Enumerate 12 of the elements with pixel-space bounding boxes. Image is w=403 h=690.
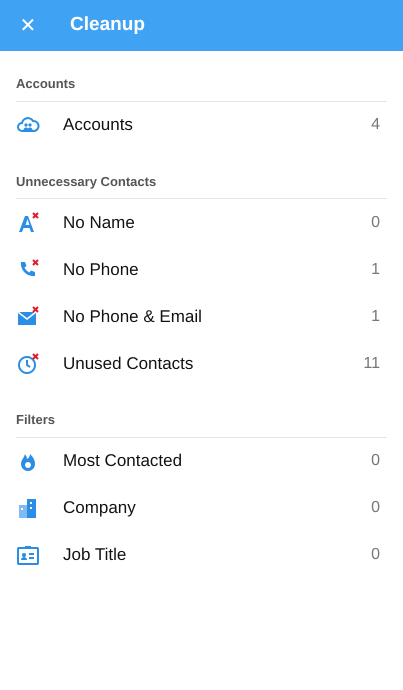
count: 0 [371,212,380,232]
count: 4 [371,115,380,135]
count: 0 [371,451,380,471]
count: 11 [363,354,380,374]
clock-icon [16,352,40,376]
count: 1 [371,306,380,326]
id-badge-icon [16,543,40,567]
screen-title: Cleanup [70,13,145,38]
count: 0 [371,498,380,518]
count: 1 [371,260,380,280]
count: 0 [371,545,380,565]
letter-icon [16,210,40,234]
